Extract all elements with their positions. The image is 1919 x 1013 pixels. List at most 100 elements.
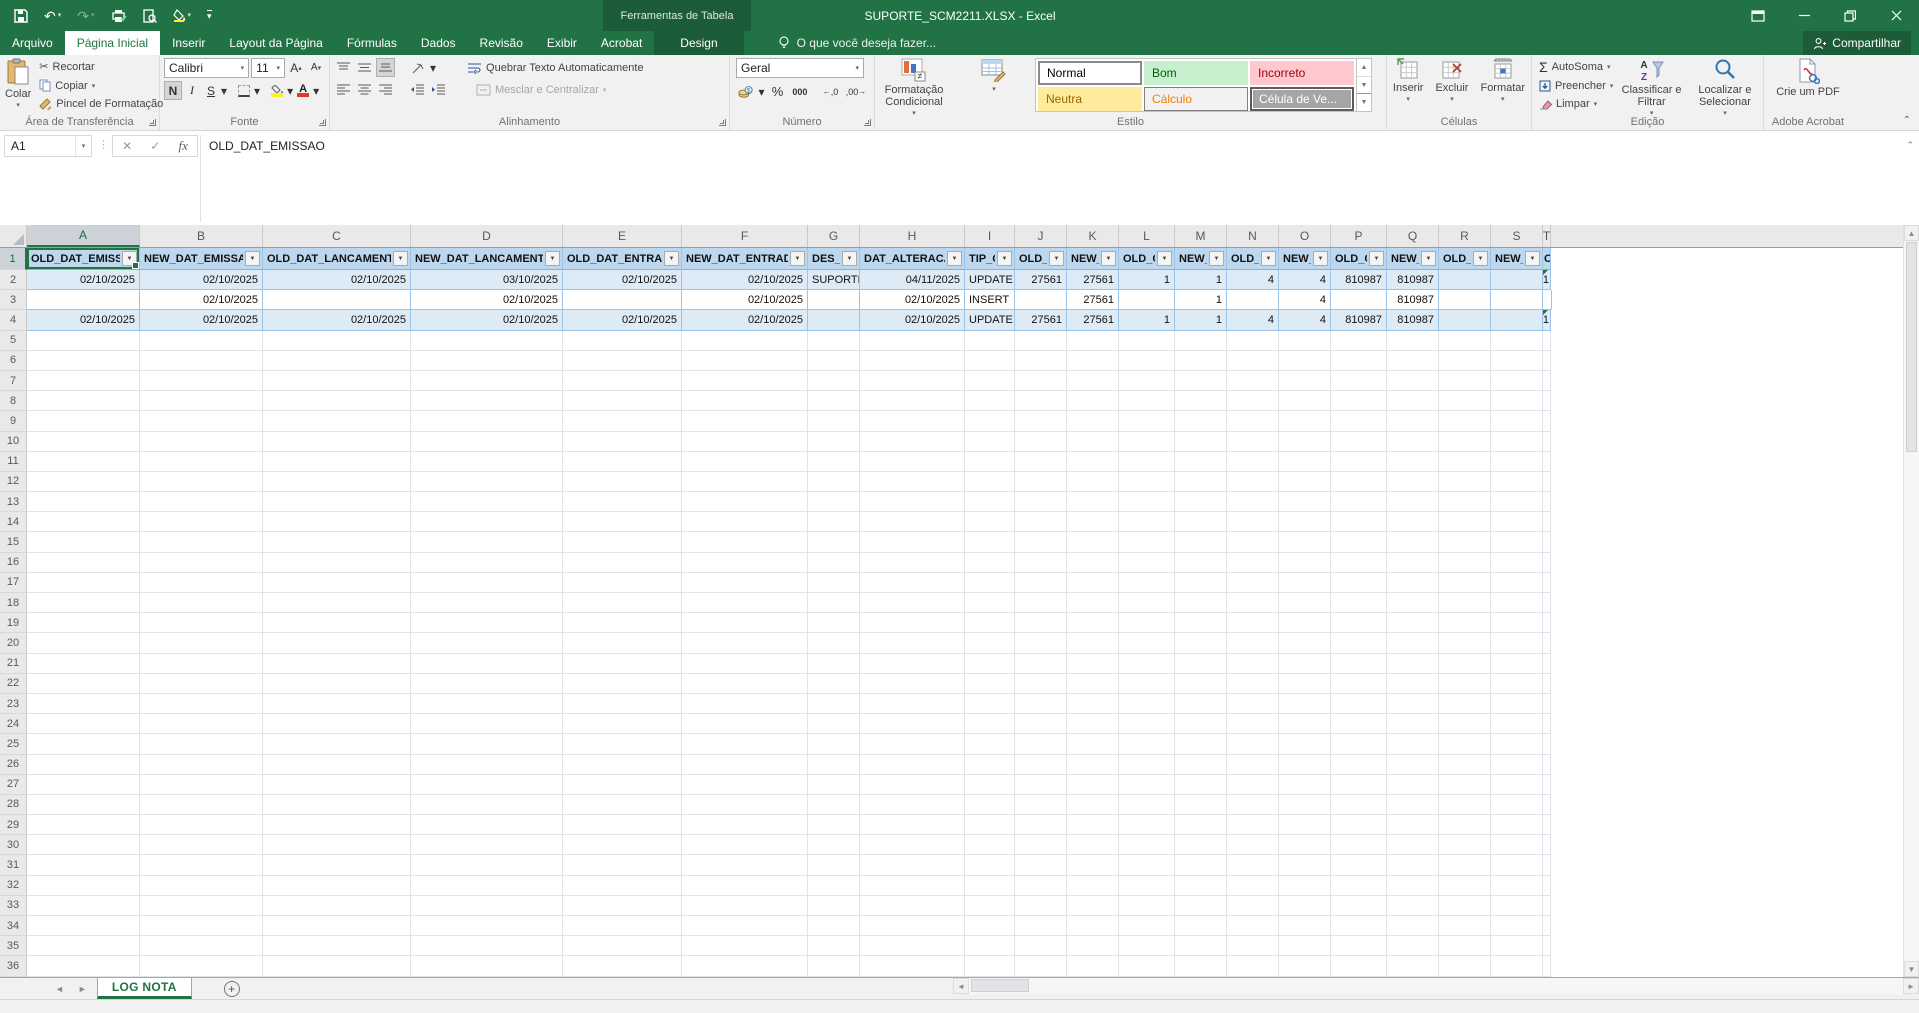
empty-cell[interactable] bbox=[563, 734, 682, 755]
empty-cell[interactable] bbox=[1543, 673, 1551, 694]
empty-cell[interactable] bbox=[1331, 936, 1387, 957]
horizontal-scrollbar[interactable]: ◄ ► bbox=[953, 977, 1919, 994]
column-header-G[interactable]: G bbox=[808, 225, 860, 247]
empty-cell[interactable] bbox=[1439, 370, 1491, 392]
filter-button-S[interactable]: ▼ bbox=[1525, 251, 1540, 266]
empty-cell[interactable] bbox=[1439, 431, 1491, 452]
empty-cell[interactable] bbox=[1279, 895, 1331, 916]
empty-cell[interactable] bbox=[1067, 532, 1119, 553]
empty-cell[interactable] bbox=[140, 774, 263, 795]
column-header-H[interactable]: H bbox=[860, 225, 965, 247]
cell-C4[interactable]: 02/10/2025 bbox=[263, 310, 411, 331]
empty-cell[interactable] bbox=[965, 653, 1015, 674]
empty-cell[interactable] bbox=[563, 350, 682, 371]
empty-cell[interactable] bbox=[27, 815, 140, 836]
shrink-font-button[interactable]: A ▾ bbox=[307, 58, 325, 77]
empty-cell[interactable] bbox=[682, 936, 808, 957]
empty-cell[interactable] bbox=[1175, 350, 1227, 371]
empty-cell[interactable] bbox=[1227, 350, 1279, 371]
empty-cell[interactable] bbox=[1387, 391, 1439, 412]
empty-cell[interactable] bbox=[1439, 754, 1491, 775]
empty-cell[interactable] bbox=[140, 552, 263, 573]
empty-cell[interactable] bbox=[1119, 815, 1175, 836]
empty-cell[interactable] bbox=[1543, 956, 1551, 977]
empty-cell[interactable] bbox=[808, 512, 860, 533]
empty-cell[interactable] bbox=[1067, 815, 1119, 836]
qat-customize-icon[interactable]: ▾ bbox=[207, 10, 212, 21]
empty-cell[interactable] bbox=[808, 916, 860, 937]
empty-cell[interactable] bbox=[1279, 673, 1331, 694]
cell-style-neutra[interactable]: Neutra bbox=[1038, 87, 1142, 111]
empty-cell[interactable] bbox=[1015, 431, 1067, 452]
empty-cell[interactable] bbox=[27, 411, 140, 432]
cell-style-c-lula-de-ve-[interactable]: Célula de Ve... bbox=[1250, 87, 1354, 111]
header-cell-R1[interactable]: OLD_N▼ bbox=[1439, 248, 1491, 270]
empty-cell[interactable] bbox=[1491, 693, 1543, 715]
row-header-14[interactable]: 14 bbox=[0, 512, 27, 533]
empty-cell[interactable] bbox=[1279, 754, 1331, 775]
empty-cell[interactable] bbox=[1387, 673, 1439, 694]
empty-cell[interactable] bbox=[1279, 593, 1331, 614]
empty-cell[interactable] bbox=[563, 532, 682, 553]
empty-cell[interactable] bbox=[1491, 956, 1543, 977]
borders-button[interactable] bbox=[235, 81, 253, 100]
empty-cell[interactable] bbox=[1015, 693, 1067, 715]
empty-cell[interactable] bbox=[860, 673, 965, 694]
column-header-J[interactable]: J bbox=[1015, 225, 1067, 247]
font-size-combo[interactable]: 11 ▾ bbox=[251, 58, 285, 78]
empty-cell[interactable] bbox=[1067, 370, 1119, 392]
empty-cell[interactable] bbox=[563, 431, 682, 452]
empty-cell[interactable] bbox=[1015, 552, 1067, 573]
empty-cell[interactable] bbox=[808, 754, 860, 775]
empty-cell[interactable] bbox=[1119, 572, 1175, 593]
cell-E2[interactable]: 02/10/2025 bbox=[563, 270, 682, 291]
empty-cell[interactable] bbox=[1279, 391, 1331, 412]
comma-style-button[interactable]: 000 bbox=[791, 82, 810, 101]
tab-inserir[interactable]: Inserir bbox=[160, 31, 217, 55]
empty-cell[interactable] bbox=[1543, 835, 1551, 856]
empty-cell[interactable] bbox=[563, 411, 682, 432]
empty-cell[interactable] bbox=[563, 593, 682, 614]
empty-cell[interactable] bbox=[411, 391, 563, 412]
cell-A3[interactable] bbox=[27, 290, 140, 311]
empty-cell[interactable] bbox=[1491, 835, 1543, 856]
filter-button-E[interactable]: ▼ bbox=[664, 251, 679, 266]
empty-cell[interactable] bbox=[1227, 613, 1279, 634]
empty-cell[interactable] bbox=[263, 754, 411, 775]
orientation-dropdown[interactable]: ▾ bbox=[430, 61, 436, 75]
empty-cell[interactable] bbox=[1227, 593, 1279, 614]
empty-cell[interactable] bbox=[1387, 431, 1439, 452]
empty-cell[interactable] bbox=[563, 956, 682, 977]
fill-color-icon[interactable]: ▾ bbox=[172, 9, 191, 22]
cell-O2[interactable]: 4 bbox=[1279, 270, 1331, 291]
empty-cell[interactable] bbox=[682, 370, 808, 392]
format-painter-button[interactable]: Pincel de Formatação bbox=[36, 95, 166, 113]
empty-cell[interactable] bbox=[1015, 875, 1067, 896]
empty-cell[interactable] bbox=[263, 633, 411, 654]
empty-cell[interactable] bbox=[1175, 794, 1227, 816]
empty-cell[interactable] bbox=[263, 895, 411, 916]
empty-cell[interactable] bbox=[1331, 815, 1387, 836]
empty-cell[interactable] bbox=[1439, 613, 1491, 634]
empty-cell[interactable] bbox=[140, 714, 263, 735]
empty-cell[interactable] bbox=[1439, 451, 1491, 472]
empty-cell[interactable] bbox=[1279, 431, 1331, 452]
column-header-L[interactable]: L bbox=[1119, 225, 1175, 247]
cell-D3[interactable]: 02/10/2025 bbox=[411, 290, 563, 311]
empty-cell[interactable] bbox=[1387, 693, 1439, 715]
column-header-B[interactable]: B bbox=[140, 225, 263, 247]
empty-cell[interactable] bbox=[411, 916, 563, 937]
align-center-button[interactable] bbox=[355, 80, 373, 99]
empty-cell[interactable] bbox=[808, 330, 860, 351]
empty-cell[interactable] bbox=[27, 936, 140, 957]
increase-decimal-button[interactable]: ← ,0 bbox=[821, 82, 840, 101]
cell-C3[interactable] bbox=[263, 290, 411, 311]
empty-cell[interactable] bbox=[965, 593, 1015, 614]
empty-cell[interactable] bbox=[1439, 855, 1491, 876]
empty-cell[interactable] bbox=[1439, 411, 1491, 432]
italic-button[interactable]: I bbox=[183, 81, 201, 100]
empty-cell[interactable] bbox=[808, 370, 860, 392]
empty-cell[interactable] bbox=[263, 794, 411, 816]
empty-cell[interactable] bbox=[860, 774, 965, 795]
cell-style-normal[interactable]: Normal bbox=[1038, 61, 1142, 85]
